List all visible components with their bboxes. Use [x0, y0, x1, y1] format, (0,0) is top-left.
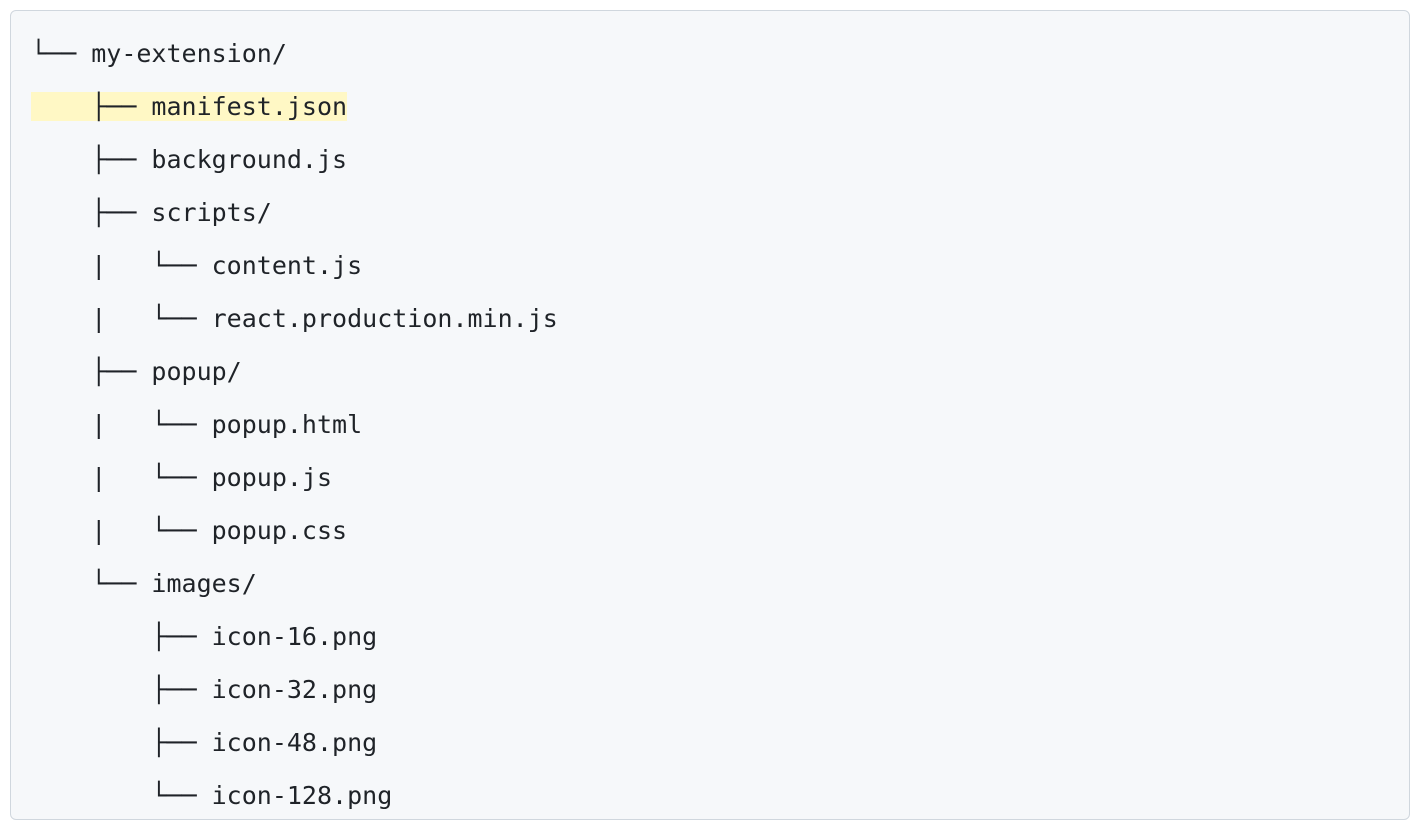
tree-line: ├── icon-32.png	[31, 663, 1389, 716]
tree-prefix: | └──	[31, 251, 212, 280]
tree-line: | └── content.js	[31, 239, 1389, 292]
tree-filename: icon-16.png	[212, 622, 378, 651]
tree-line: | └── popup.css	[31, 504, 1389, 557]
tree-line: ├── manifest.json	[31, 80, 1389, 133]
tree-prefix: └──	[31, 569, 151, 598]
tree-filename: popup.js	[212, 463, 332, 492]
tree-line: | └── popup.html	[31, 398, 1389, 451]
tree-prefix: └──	[31, 39, 91, 68]
tree-line: └── icon-128.png	[31, 769, 1389, 822]
tree-prefix: ├──	[31, 198, 151, 227]
tree-prefix: ├──	[31, 145, 151, 174]
tree-prefix: | └──	[31, 463, 212, 492]
tree-line: ├── scripts/	[31, 186, 1389, 239]
tree-line: | └── react.production.min.js	[31, 292, 1389, 345]
tree-filename: my-extension/	[91, 39, 287, 68]
tree-filename: scripts/	[151, 198, 271, 227]
tree-line: ├── icon-16.png	[31, 610, 1389, 663]
tree-prefix: ├──	[31, 675, 212, 704]
tree-filename: popup.html	[212, 410, 363, 439]
tree-line: ├── background.js	[31, 133, 1389, 186]
tree-filename: react.production.min.js	[212, 304, 558, 333]
tree-filename: content.js	[212, 251, 363, 280]
file-tree-block: └── my-extension/ ├── manifest.json ├── …	[10, 10, 1410, 820]
tree-prefix: | └──	[31, 304, 212, 333]
tree-filename: popup/	[151, 357, 241, 386]
tree-filename: images/	[151, 569, 256, 598]
tree-line: | └── popup.js	[31, 451, 1389, 504]
tree-filename: manifest.json	[151, 92, 347, 121]
tree-line: └── my-extension/	[31, 27, 1389, 80]
tree-prefix: ├──	[31, 92, 151, 121]
tree-line: ├── popup/	[31, 345, 1389, 398]
tree-filename: icon-32.png	[212, 675, 378, 704]
tree-prefix: | └──	[31, 516, 212, 545]
tree-container: └── my-extension/ ├── manifest.json ├── …	[31, 27, 1389, 822]
highlighted-line: ├── manifest.json	[31, 92, 347, 121]
tree-prefix: ├──	[31, 622, 212, 651]
tree-filename: background.js	[151, 145, 347, 174]
tree-filename: popup.css	[212, 516, 347, 545]
tree-line: └── images/	[31, 557, 1389, 610]
tree-prefix: | └──	[31, 410, 212, 439]
tree-prefix: └──	[31, 781, 212, 810]
tree-filename: icon-128.png	[212, 781, 393, 810]
tree-line: ├── icon-48.png	[31, 716, 1389, 769]
tree-prefix: ├──	[31, 357, 151, 386]
tree-prefix: ├──	[31, 728, 212, 757]
tree-filename: icon-48.png	[212, 728, 378, 757]
